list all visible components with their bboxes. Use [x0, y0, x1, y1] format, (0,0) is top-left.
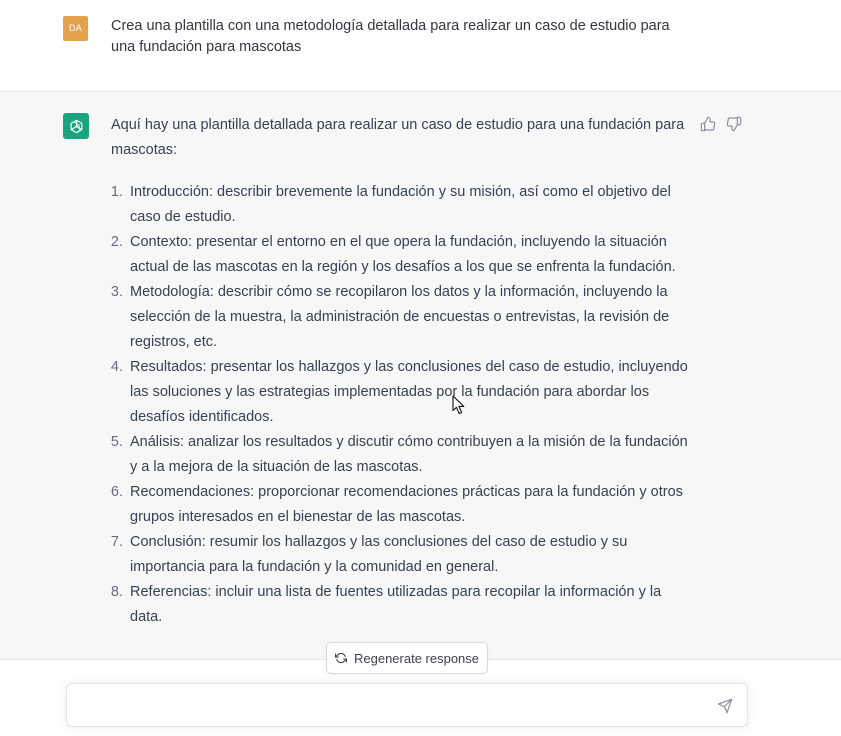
- openai-logo-icon: [63, 113, 89, 139]
- thumbs-down-icon[interactable]: [726, 116, 742, 132]
- list-item-number: 6.: [110, 484, 123, 500]
- list-item-text: Introducción: describir brevemente la fu…: [130, 184, 671, 225]
- list-item: 2. Contexto: presentar el entorno en el q…: [103, 230, 693, 280]
- list-item: 8. Referencias: incluir una lista de fuen…: [103, 580, 693, 630]
- user-avatar: DA: [63, 16, 88, 41]
- list-item-text: Metodología: describir cómo se recopilar…: [130, 284, 670, 350]
- list-item-text: Contexto: presentar el entorno en el que…: [130, 234, 676, 275]
- list-item: 3. Metodología: describir cómo se recopil…: [103, 280, 693, 355]
- methodology-list: 1. Introducción: describir brevemente la …: [103, 180, 693, 630]
- list-item-number: 3.: [110, 284, 123, 300]
- user-message-text: Crea una plantilla con una metodología d…: [111, 18, 670, 55]
- regenerate-response-label: Regenerate response: [353, 650, 480, 666]
- list-item-number: 7.: [110, 534, 123, 550]
- user-message-row: DA Crea una plantilla con una metodologí…: [0, 0, 841, 92]
- list-item: 5. Análisis: analizar los resultados y di…: [103, 430, 693, 480]
- list-item-number: 8.: [110, 584, 123, 600]
- assistant-intro-text: Aquí hay una plantilla detallada para re…: [111, 117, 685, 158]
- list-item-text: Conclusión: resumir los hallazgos y las …: [130, 534, 628, 575]
- thumbs-up-icon[interactable]: [700, 116, 716, 132]
- regenerate-response-button[interactable]: Regenerate response: [326, 642, 488, 674]
- assistant-message-row: Aquí hay una plantilla detallada para re…: [0, 92, 841, 660]
- list-item: 1. Introducción: describir brevemente la …: [103, 180, 693, 230]
- list-item-text: Análisis: analizar los resultados y disc…: [130, 434, 688, 475]
- list-item-number: 2.: [110, 234, 123, 250]
- list-item-number: 5.: [110, 434, 123, 450]
- list-item: 7. Conclusión: resumir los hallazgos y la…: [103, 530, 693, 580]
- list-item-text: Recomendaciones: proporcionar recomendac…: [130, 484, 683, 525]
- refresh-icon: [334, 652, 347, 664]
- list-item-number: 4.: [110, 359, 123, 375]
- message-input[interactable]: [79, 694, 703, 720]
- list-item: 4. Resultados: presentar los hallazgos y …: [103, 355, 693, 430]
- feedback-buttons: [700, 116, 742, 132]
- list-item: 6. Recomendaciones: proporcionar recomend…: [103, 480, 693, 530]
- list-item-text: Referencias: incluir una lista de fuente…: [130, 584, 662, 625]
- send-icon[interactable]: [717, 698, 733, 714]
- message-input-box: [66, 683, 748, 727]
- list-item-text: Resultados: presentar los hallazgos y la…: [130, 359, 688, 425]
- mouse-pointer-icon: [452, 395, 465, 415]
- list-item-number: 1.: [110, 184, 123, 200]
